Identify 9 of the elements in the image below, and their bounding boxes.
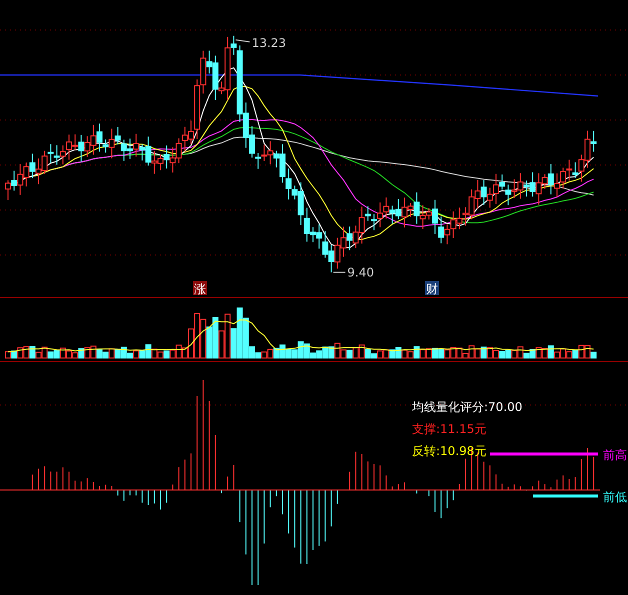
price-low-annotation: 9.40	[332, 265, 374, 280]
event-marker[interactable]: 财	[425, 281, 439, 296]
level-line	[533, 494, 598, 498]
indicator-readout: 支撑:11.15元	[412, 422, 486, 436]
level-label: 前高	[603, 448, 627, 462]
event-marker[interactable]: 涨	[193, 281, 207, 296]
price-high-annotation: 13.23	[235, 36, 286, 50]
indicator-readout: 均线量化评分:70.00	[412, 400, 522, 414]
level-label: 前低	[603, 490, 627, 504]
